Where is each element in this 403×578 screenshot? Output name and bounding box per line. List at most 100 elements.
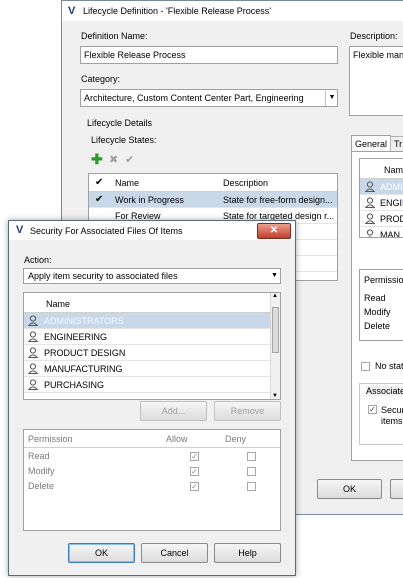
user-icon (28, 331, 38, 342)
add-button-label: Add... (161, 406, 186, 416)
user-name: ENGINEERING (44, 332, 108, 342)
state-security-header: Nam (360, 159, 403, 179)
deny-checkbox[interactable] (247, 482, 256, 491)
help-button-label: Help (238, 548, 257, 558)
permission-label: Read (28, 451, 50, 461)
deny-column: Deny (225, 434, 247, 444)
allow-checkbox[interactable]: ✓ (190, 467, 199, 476)
action-dropdown-arrow-icon[interactable]: ▼ (271, 272, 278, 279)
permission-row: Delete ✓ (24, 479, 280, 494)
secure-items-checkbox[interactable]: ✓ (368, 405, 377, 414)
list-item[interactable]: ADMINISTRATORS (24, 313, 280, 329)
close-icon[interactable]: ✕ (257, 223, 291, 239)
allow-checkbox[interactable]: ✓ (190, 482, 199, 491)
state-permissions-list: Permissio Read Modify Delete (359, 269, 403, 341)
default-state-check-icon: ✔ (95, 194, 104, 205)
tab-transitions-label: Tr (394, 139, 403, 149)
no-state-checkbox[interactable] (361, 362, 370, 371)
permission-column: Permission (28, 434, 73, 444)
list-item[interactable]: PURCHASING (24, 377, 280, 393)
states-header-row: ✔ Name Description (89, 174, 337, 192)
category-dropdown-arrow-icon[interactable]: ▼ (325, 90, 338, 106)
category-label: Category: (81, 74, 121, 84)
lifecycle-title-bar: V Lifecycle Definition - 'Flexible Relea… (62, 1, 403, 21)
secure-items-label-line2: items (381, 416, 403, 426)
permission-label: Modify (28, 466, 55, 476)
state-security-list: Nam ADMI ENGII PROD MAN (359, 158, 403, 238)
vault-logo-icon: V (68, 5, 76, 17)
user-icon (28, 315, 38, 326)
remove-button[interactable]: Remove (214, 401, 281, 421)
list-item[interactable]: ENGINEERING (24, 329, 280, 345)
permission-row: Read ✓ (24, 449, 280, 464)
delete-state-icon[interactable]: ✖ (109, 153, 118, 166)
definition-name-field[interactable]: Flexible Release Process (80, 46, 338, 64)
tab-general[interactable]: General (351, 135, 391, 152)
user-icon (365, 197, 375, 208)
user-name: PRODUCT DESIGN (44, 348, 126, 358)
add-button[interactable]: Add... (140, 401, 207, 421)
tab-general-label: General (354, 139, 388, 149)
category-dropdown[interactable]: Architecture, Custom Content Center Part… (80, 89, 338, 107)
state-security-user: ENGII (380, 198, 403, 208)
deny-checkbox[interactable] (247, 467, 256, 476)
permissions-grid: Permission Allow Deny Read ✓ Modify ✓ De… (23, 429, 281, 531)
states-description-column[interactable]: Description (223, 178, 268, 188)
lifecycle-ok-button[interactable]: OK (317, 479, 382, 499)
list-item[interactable]: ENGII (360, 195, 403, 211)
users-name-column[interactable]: Name (46, 299, 70, 309)
checkmark-column-icon: ✔ (95, 177, 104, 188)
state-row[interactable]: ✔ Work in Progress State for free-form d… (89, 192, 337, 208)
user-icon (28, 363, 38, 374)
add-state-icon[interactable]: ✚ (91, 152, 103, 166)
lifecycle-details-label: Lifecycle Details (87, 118, 153, 128)
scroll-thumb[interactable] (272, 307, 279, 353)
user-name: PURCHASING (44, 380, 105, 390)
state-name: Work in Progress (115, 195, 184, 205)
user-icon (28, 379, 38, 390)
security-title-bar: V Security For Associated Files Of Items… (9, 221, 295, 240)
list-item[interactable]: MAN (360, 227, 403, 238)
cancel-button-label: Cancel (160, 548, 189, 558)
states-name-column[interactable]: Name (115, 178, 139, 188)
security-dialog-title: Security For Associated Files Of Items (30, 226, 183, 236)
scroll-down-icon[interactable]: ▼ (272, 393, 278, 399)
allow-checkbox[interactable]: ✓ (190, 452, 199, 461)
remove-button-label: Remove (230, 406, 265, 416)
state-permission-label: Modify (364, 307, 391, 317)
lifecycle-states-label: Lifecycle States: (91, 135, 157, 145)
ok-button-label: OK (94, 548, 108, 558)
description-value: Flexible man (353, 50, 403, 60)
deny-checkbox[interactable] (247, 452, 256, 461)
lifecycle-window-title: Lifecycle Definition - 'Flexible Release… (83, 6, 272, 16)
user-name: MANUFACTURING (44, 364, 123, 374)
lifecycle-cancel-button[interactable] (390, 479, 403, 499)
state-permission-header: Permissio (364, 275, 403, 285)
definition-name-value: Flexible Release Process (84, 50, 186, 60)
description-field[interactable]: Flexible man (349, 46, 403, 116)
users-list: Name ADMINISTRATORS ENGINEERING PRODUCT … (23, 292, 281, 400)
help-button[interactable]: Help (214, 543, 281, 563)
list-item[interactable]: PRODUCT DESIGN (24, 345, 280, 361)
list-item[interactable]: MANUFACTURING (24, 361, 280, 377)
user-icon (365, 213, 375, 224)
ok-button[interactable]: OK (68, 543, 135, 563)
state-security-user: ADMI (380, 182, 403, 192)
scroll-up-icon[interactable]: ▲ (272, 293, 278, 299)
list-item[interactable]: PROD (360, 211, 403, 227)
allow-column: Allow (166, 434, 188, 444)
list-item[interactable]: ADMI (360, 179, 403, 195)
cancel-button[interactable]: Cancel (141, 543, 208, 563)
description-label: Description: (350, 31, 398, 41)
no-state-label: No stat (375, 361, 403, 371)
state-permission-label: Delete (364, 321, 391, 331)
users-header-row: Name (24, 293, 280, 313)
state-security-user: MAN (380, 230, 400, 238)
tab-transitions[interactable]: Tr (390, 136, 403, 152)
security-dialog: V Security For Associated Files Of Items… (8, 220, 296, 576)
vault-logo-icon: V (16, 224, 24, 236)
users-scrollbar[interactable]: ▲ ▼ (270, 293, 280, 399)
action-dropdown[interactable]: Apply item security to associated files (23, 268, 281, 284)
check-state-icon[interactable]: ✔ (125, 153, 134, 166)
permission-label: Delete (28, 481, 55, 491)
